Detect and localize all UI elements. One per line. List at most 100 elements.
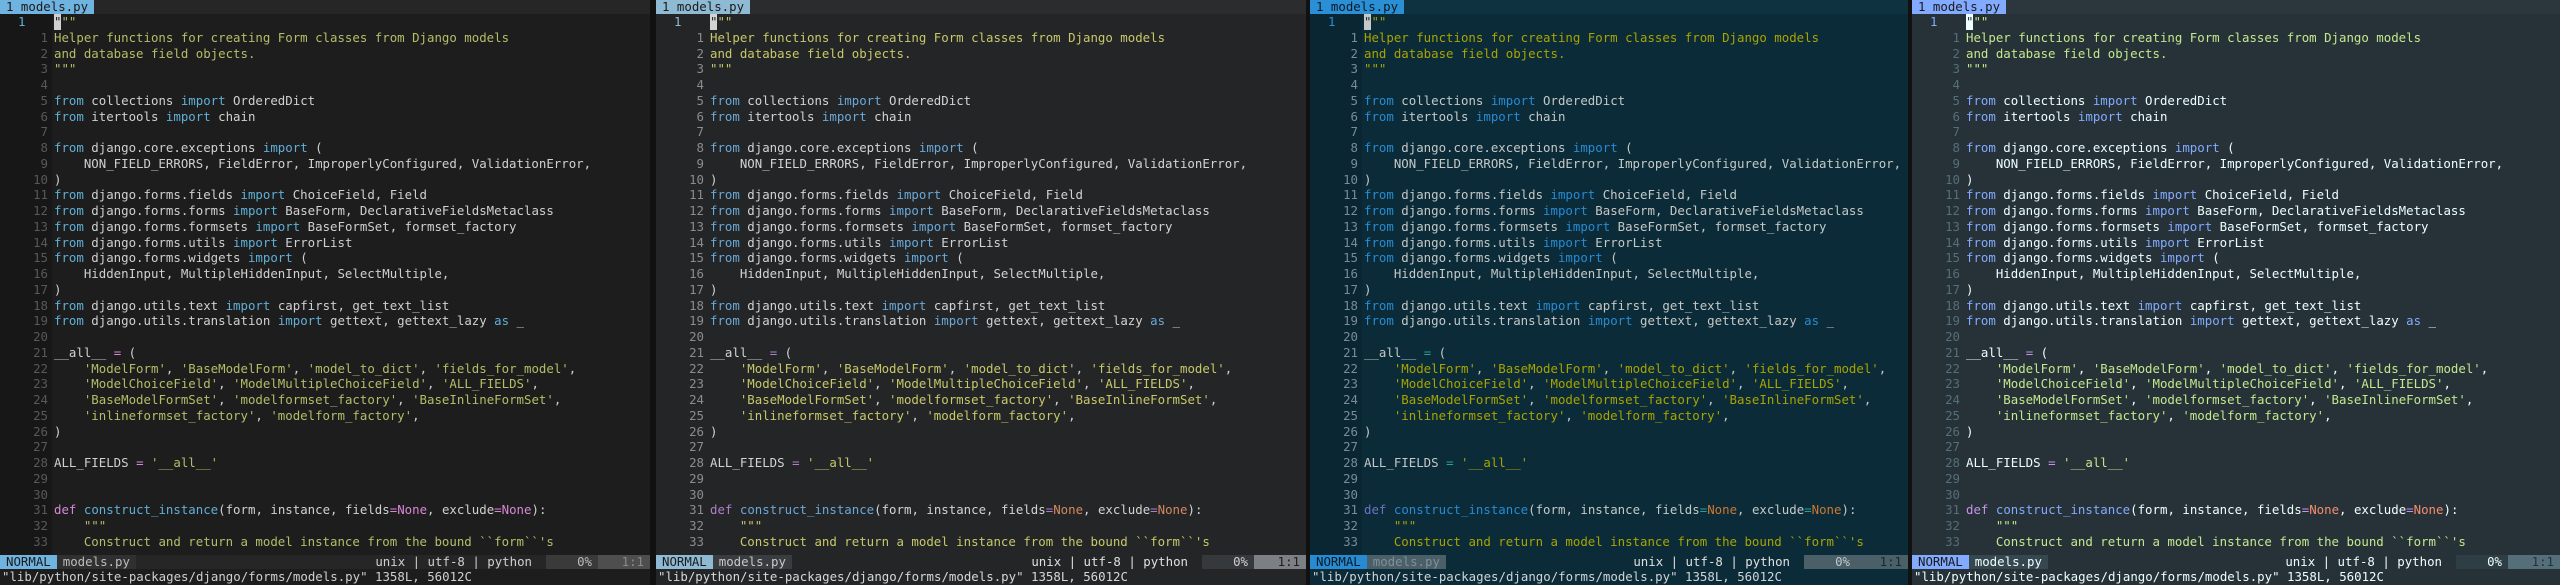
token-kw: import xyxy=(911,218,957,234)
line-text: ALL_FIELDS = '__all__' xyxy=(1364,455,1528,471)
token-kw: import xyxy=(1475,108,1521,124)
line-number: 29 xyxy=(1945,470,1960,486)
tab-models-py[interactable]: 1 models.py xyxy=(1912,0,2007,14)
code-line: 4 xyxy=(656,77,1306,93)
line-number: 12 xyxy=(33,203,48,218)
line-number: 17 xyxy=(689,281,704,297)
code-line: 23 'ModelChoiceField', 'ModelMultipleCho… xyxy=(656,376,1306,392)
token-p: django.forms.widgets xyxy=(83,250,248,266)
code-line: 15 from django.forms.widgets import ( xyxy=(0,250,650,266)
code-line: 3 """ xyxy=(1310,61,1908,77)
code-line: 1 Helper functions for creating Form clas… xyxy=(656,30,1306,46)
token-kw: import xyxy=(918,140,964,155)
token-p: django.utils.translation xyxy=(1393,313,1588,329)
line-text: ) xyxy=(54,424,61,440)
token-kw: from xyxy=(710,218,740,234)
line-text: from django.forms.utils import ErrorList xyxy=(54,235,352,251)
line-number: 32 xyxy=(33,518,48,533)
line-text: NON_FIELD_ERRORS, FieldError, Improperly… xyxy=(710,156,1247,172)
token-kw: import xyxy=(1543,203,1588,218)
tab-models-py[interactable]: 1 models.py xyxy=(656,0,751,14)
line-text: ) xyxy=(1364,282,1371,298)
editor-pane-1[interactable]: 1 models.py 1 """ 1 Helper functions for cre… xyxy=(0,0,650,585)
token-str: '__all__' xyxy=(807,455,875,470)
code-line: 10) xyxy=(656,172,1306,188)
token-kw: from xyxy=(1364,92,1394,108)
token-str: 'modelform_factory' xyxy=(1580,407,1723,423)
line-text: ) xyxy=(1364,424,1371,440)
token-str: '__all__' xyxy=(2063,455,2131,470)
token-p: , exclude xyxy=(1737,502,1805,518)
token-p: ): xyxy=(2443,502,2459,518)
line-number: 18 xyxy=(689,297,704,313)
token-kw: from xyxy=(54,297,84,313)
token-str: 'modelformset_factory' xyxy=(1543,392,1708,407)
token-kw: from xyxy=(1966,313,1996,329)
line-text: """ xyxy=(54,518,106,534)
line-text: 'ModelForm', 'BaseModelForm', 'model_to_… xyxy=(710,361,1232,377)
token-const: None xyxy=(1811,502,1842,518)
code-line: 18 from django.utils.text import capfirst… xyxy=(1912,298,2560,314)
line-number: 21 xyxy=(1945,344,1960,360)
line-number: 18 xyxy=(1343,297,1358,313)
editor-pane-2[interactable]: 1 models.py 1 """ 1 Helper functions for cre… xyxy=(656,0,1306,585)
code-area[interactable]: 1 """ 1 Helper functions for creating Form … xyxy=(656,14,1306,555)
token-p: ALL_FIELDS xyxy=(54,455,137,470)
token-p: ErrorList xyxy=(2189,234,2265,250)
status-spacer xyxy=(2048,555,2279,569)
code-area[interactable]: 1 """ 1 Helper functions for creating Form … xyxy=(1310,14,1908,555)
status-filename: models.py xyxy=(56,555,136,569)
token-p: django.forms.widgets xyxy=(1393,250,1558,266)
code-area[interactable]: 1 """ 1 Helper functions for creating Form … xyxy=(1912,14,2560,555)
line-text: 'ModelChoiceField', 'ModelMultipleChoice… xyxy=(1966,376,2451,392)
line-number: 6 xyxy=(696,108,704,124)
status-position: 1:1 xyxy=(1254,555,1306,569)
line-number: 21 xyxy=(33,344,48,360)
command-line[interactable]: "lib/python/site-packages/django/forms/m… xyxy=(656,569,1306,585)
token-kw: import xyxy=(903,250,949,266)
token-str: 'modelform_factory' xyxy=(2182,407,2325,423)
token-kw: import xyxy=(2137,297,2183,313)
line-text: 'inlineformset_factory', 'modelform_fact… xyxy=(1364,408,1730,424)
line-number: 16 xyxy=(1343,266,1358,281)
mode-indicator: NORMAL xyxy=(1912,555,1969,569)
token-p: ) xyxy=(1966,171,1974,187)
token-p xyxy=(710,408,740,423)
editor-pane-4[interactable]: 1 models.py 1 """ 1 Helper functions for cre… xyxy=(1912,0,2560,585)
token-p: , xyxy=(2465,392,2474,407)
code-line: 11 from django.forms.fields import Choice… xyxy=(1310,187,1908,203)
command-line[interactable]: "lib/python/site-packages/django/forms/m… xyxy=(1912,569,2560,585)
tab-models-py[interactable]: 1 models.py xyxy=(1310,0,1405,14)
line-text: from django.utils.translation import get… xyxy=(710,313,1180,329)
token-kw: from xyxy=(1966,92,1996,108)
status-line: NORMAL models.py unix | utf-8 | python 0% 1:… xyxy=(0,555,650,569)
token-p: , xyxy=(397,392,413,407)
token-p: , xyxy=(874,376,890,392)
code-line: 11 from django.forms.fields import Choice… xyxy=(0,187,650,203)
code-line: 9 NON_FIELD_ERRORS, FieldError, Improper… xyxy=(1310,156,1908,172)
line-text: 'ModelChoiceField', 'ModelMultipleChoice… xyxy=(710,376,1195,392)
token-p: django.forms.widgets xyxy=(739,250,904,266)
token-p: , xyxy=(911,407,927,423)
token-p: (form, instance, fields xyxy=(1528,502,1700,518)
token-p: chain xyxy=(1520,108,1566,124)
code-line: 23 'ModelChoiceField', 'ModelMultipleCho… xyxy=(0,376,650,392)
token-kw: as xyxy=(2406,313,2422,329)
command-line[interactable]: "lib/python/site-packages/django/forms/m… xyxy=(0,569,650,585)
token-p xyxy=(1454,455,1461,470)
code-area[interactable]: 1 """ 1 Helper functions for creating Form … xyxy=(0,14,650,555)
editor-pane-3[interactable]: 1 models.py 1 """ 1 Helper functions for cre… xyxy=(1310,0,1908,585)
tab-models-py[interactable]: 1 models.py xyxy=(0,0,95,14)
token-p: HiddenInput, MultipleHiddenInput, Select… xyxy=(1966,266,2362,281)
line-number: 23 xyxy=(1945,376,1960,392)
command-line[interactable]: "lib/python/site-packages/django/forms/m… xyxy=(1310,569,1908,585)
token-kw: import xyxy=(2145,234,2190,250)
status-spacer xyxy=(1446,555,1627,569)
token-p: , xyxy=(1068,407,1076,423)
token-str: 'ALL_FIELDS' xyxy=(441,376,532,392)
token-p: , xyxy=(1224,360,1233,376)
code-line: 15 from django.forms.widgets import ( xyxy=(656,250,1306,266)
line-text: ALL_FIELDS = '__all__' xyxy=(710,455,874,471)
line-number: 13 xyxy=(689,218,704,234)
line-text: from django.forms.formsets import BaseFo… xyxy=(1966,219,2429,235)
